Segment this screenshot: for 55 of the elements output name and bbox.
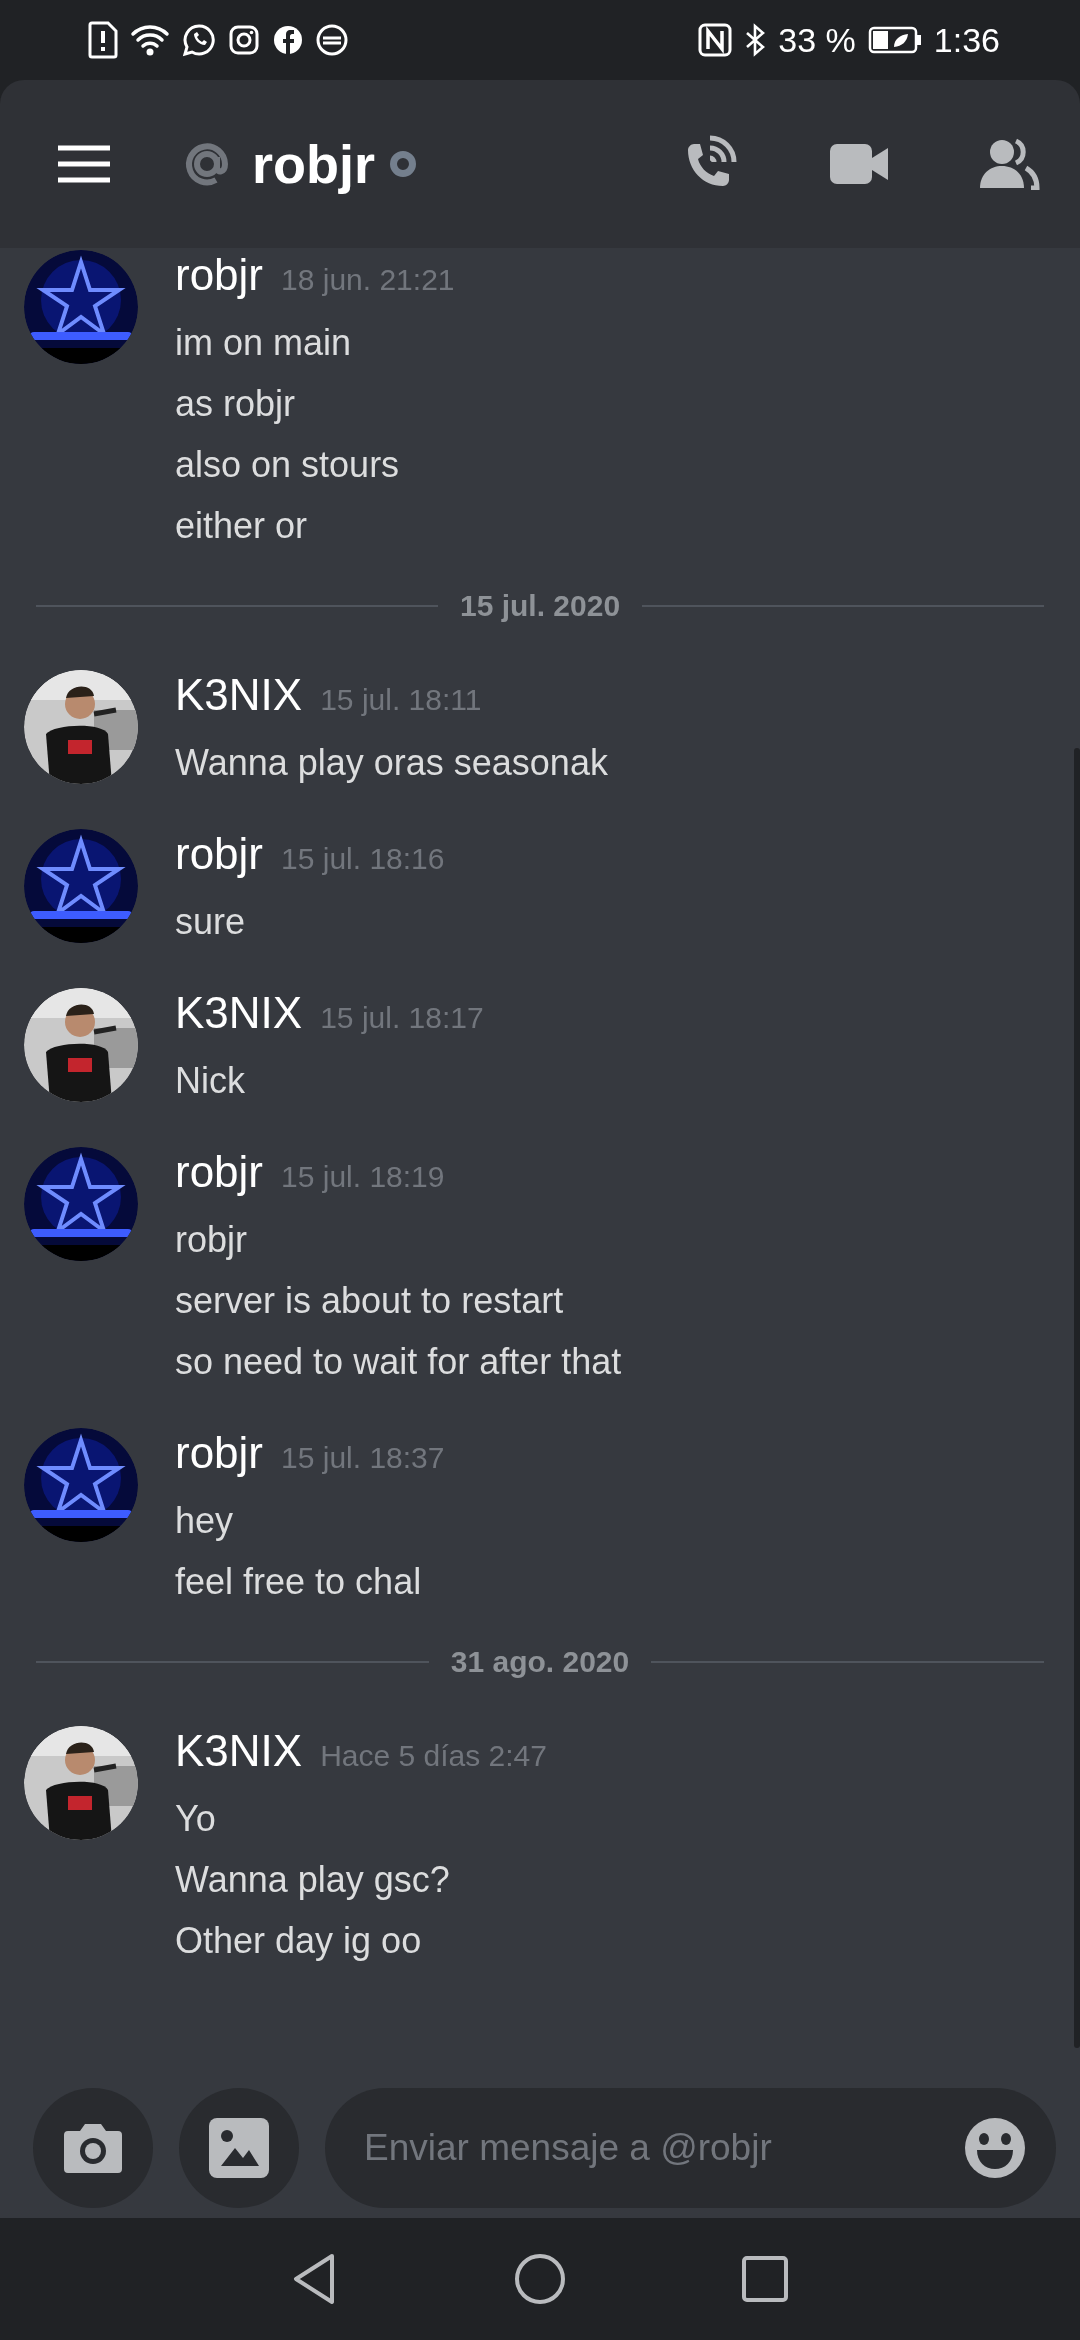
offline-status-icon [389,150,417,178]
badge-icon [316,24,348,56]
message-input-field[interactable]: Enviar mensaje a @robjr [362,2126,964,2170]
camera-outline-icon [228,24,260,56]
message-text: Wanna play gsc? [175,1858,451,1902]
timestamp: Hace 5 días 2:47 [320,1739,547,1773]
message-text: Yo [175,1797,217,1841]
author-name[interactable]: robjr [175,1428,264,1478]
home-icon[interactable] [514,2253,566,2305]
message-text: server is about to restart [175,1279,565,1323]
message-text: either or [175,504,309,548]
message-text: Nick [175,1059,246,1103]
message-text: as robjr [175,382,297,426]
message-text: robjr [175,1218,249,1262]
scrollbar[interactable] [1074,748,1080,2048]
message-text: feel free to chal [175,1560,423,1604]
image-icon [209,2118,269,2178]
f-circle-icon [272,24,304,56]
recents-icon[interactable] [742,2256,788,2302]
author-name[interactable]: K3NIX [175,1726,303,1776]
timestamp: 15 jul. 18:16 [281,842,445,876]
menu-icon[interactable] [56,144,112,184]
author-name[interactable]: robjr [175,250,264,300]
date-divider-label: 15 jul. 2020 [459,589,621,623]
channel-title: robjr [252,133,375,195]
message-text: hey [175,1499,235,1543]
bluetooth-icon [744,23,767,57]
timestamp: 15 jul. 18:11 [320,683,482,717]
message-text: also on stours [175,443,401,487]
message-text: im on main [175,321,353,365]
message-text: so need to wait for after that [175,1340,622,1384]
battery-percent: 33 % [778,20,856,60]
message-text: sure [175,900,247,944]
members-icon[interactable] [978,138,1040,190]
timestamp: 15 jul. 18:17 [320,1001,484,1035]
battery-icon [867,25,922,55]
message-composer-field[interactable]: Enviar mensaje a @robjr [325,2088,1056,2208]
emoji-icon[interactable] [964,2117,1026,2179]
message-text: Wanna play oras seasonak [175,741,608,785]
wifi-icon [130,22,170,58]
chat-bubble-icon [182,23,216,57]
author-name[interactable]: robjr [175,829,264,879]
message-text: Other day ig oo [175,1919,423,1963]
clock-time: 1:36 [933,20,1000,60]
video-camera-icon[interactable] [828,142,890,186]
nfc-icon [698,23,733,57]
timestamp: 15 jul. 18:37 [281,1441,445,1475]
camera-icon [62,2121,124,2175]
timestamp: 15 jul. 18:19 [281,1160,445,1194]
author-name[interactable]: K3NIX [175,670,303,720]
author-name[interactable]: robjr [175,1147,264,1197]
author-name[interactable]: K3NIX [175,988,303,1038]
date-divider-label: 31 ago. 2020 [450,1645,630,1679]
sim-alert-icon [88,21,118,59]
timestamp: 18 jun. 21:21 [281,263,455,297]
